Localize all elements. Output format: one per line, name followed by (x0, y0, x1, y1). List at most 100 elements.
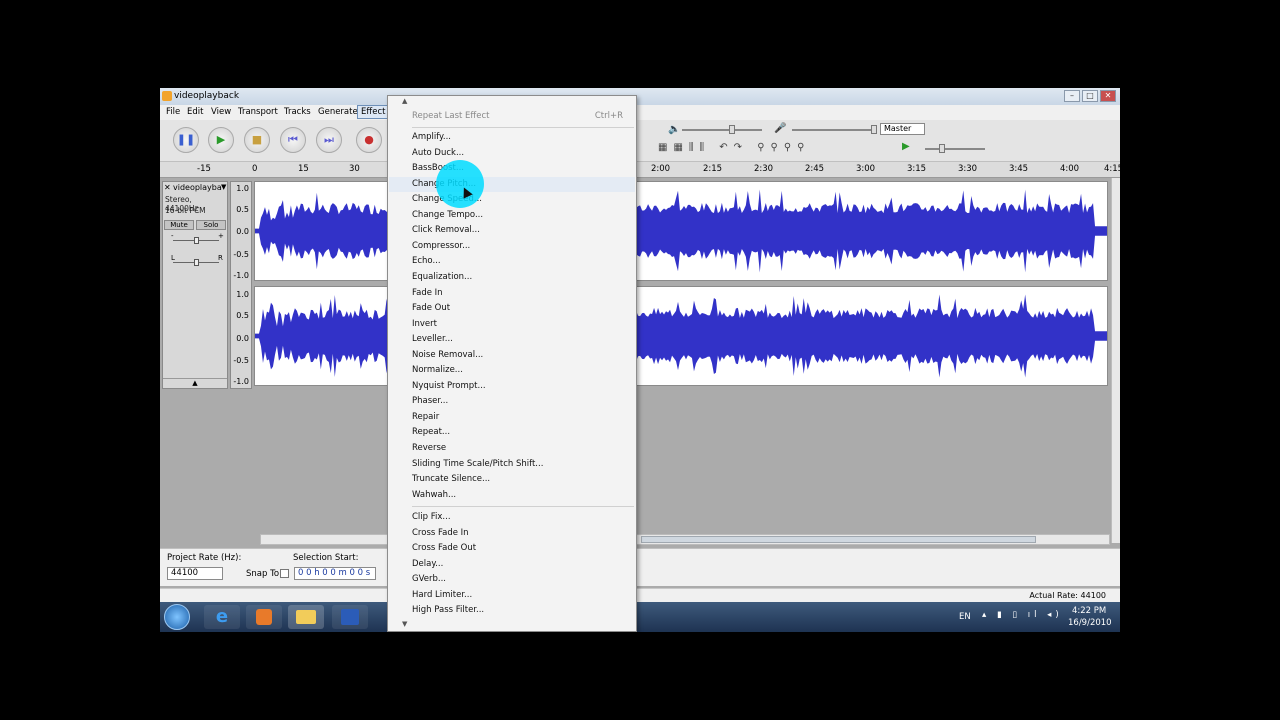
chevron-down-icon[interactable]: ▼ (221, 183, 226, 191)
snap-to-checkbox[interactable] (280, 569, 289, 578)
menu-item-label: Fade In (412, 287, 443, 298)
menu-item-cross-fade-in[interactable]: Cross Fade In (389, 526, 635, 541)
word-taskbar-icon[interactable] (332, 605, 368, 629)
pan-thumb[interactable] (194, 259, 199, 266)
menu-item-click-removal[interactable]: Click Removal... (389, 223, 635, 238)
screen: videoplayback – □ ✕ File Edit View Trans… (160, 88, 1120, 632)
minimize-button[interactable]: – (1064, 90, 1080, 102)
title-bar: videoplayback – □ ✕ (160, 88, 1120, 105)
menu-item-truncate-silence[interactable]: Truncate Silence... (389, 472, 635, 487)
menu-item-label: Noise Removal... (412, 349, 484, 360)
menu-item-label: Delay... (412, 558, 444, 569)
pause-button[interactable]: ❚❚ (173, 127, 199, 153)
menu-item-reverse[interactable]: Reverse (389, 441, 635, 456)
record-button[interactable]: ● (356, 127, 382, 153)
clock-time[interactable]: 4:22 PM (1072, 606, 1106, 616)
menu-item-compressor[interactable]: Compressor... (389, 239, 635, 254)
menu-item-phaser[interactable]: Phaser... (389, 394, 635, 409)
menu-separator (412, 506, 634, 507)
playback-speed-slider[interactable] (925, 148, 985, 150)
close-track-icon[interactable]: ✕ (164, 183, 171, 192)
selection-start-field[interactable]: 0 0 h 0 0 m 0 0 s (294, 567, 376, 580)
play-at-speed-button[interactable]: ▶ (902, 141, 910, 152)
clock-date[interactable]: 16/9/2010 (1068, 618, 1112, 628)
menu-item-leveller[interactable]: Leveller... (389, 332, 635, 347)
menu-item-amplify[interactable]: Amplify... (389, 130, 635, 145)
menu-generate[interactable]: Generate (315, 106, 361, 118)
explorer-taskbar-icon[interactable] (288, 605, 324, 629)
system-tray-icons[interactable]: ▴ ▮ ▯ ıl ◂) (982, 610, 1063, 620)
ie-taskbar-icon[interactable]: e (204, 605, 240, 629)
project-rate-select[interactable]: 44100 (167, 567, 223, 580)
collapse-track-button[interactable]: ▲ (163, 378, 227, 388)
waveform-right-svg (255, 294, 1107, 378)
menu-item-label: Wahwah... (412, 489, 457, 500)
menu-item-repeat[interactable]: Repeat... (389, 425, 635, 440)
pan-left-label: L (171, 254, 175, 262)
menu-item-invert[interactable]: Invert (389, 317, 635, 332)
waveform-left-svg (255, 189, 1107, 273)
menu-scroll-down-icon[interactable]: ▼ (402, 620, 407, 628)
menu-item-change-speed[interactable]: Change Speed... (389, 192, 635, 207)
menu-file[interactable]: File (163, 106, 183, 118)
menu-item-sliding-time-scale-pitch-shift[interactable]: Sliding Time Scale/Pitch Shift... (389, 457, 635, 472)
gain-thumb[interactable] (194, 237, 199, 244)
skip-end-button[interactable]: ⏭ (316, 127, 342, 153)
menu-item-echo[interactable]: Echo... (389, 254, 635, 269)
menu-item-change-tempo[interactable]: Change Tempo... (389, 208, 635, 223)
menu-item-gverb[interactable]: GVerb... (389, 572, 635, 587)
menu-item-clip-fix[interactable]: Clip Fix... (389, 510, 635, 525)
menu-item-change-pitch[interactable]: Change Pitch... (389, 176, 635, 192)
menu-item-fade-in[interactable]: Fade In (389, 286, 635, 301)
vertical-scrollbar[interactable] (1111, 178, 1120, 543)
horizontal-scroll-thumb[interactable] (641, 536, 1036, 543)
close-button[interactable]: ✕ (1100, 90, 1116, 102)
menu-item-wahwah[interactable]: Wahwah... (389, 488, 635, 503)
media-player-taskbar-icon[interactable] (246, 605, 282, 629)
menu-item-repair[interactable]: Repair (389, 410, 635, 425)
menu-item-delay[interactable]: Delay... (389, 557, 635, 572)
edit-tools-row[interactable]: ▦▦⫼⫼ ↶↷ ⚲⚲⚲⚲ (658, 142, 811, 153)
menu-view[interactable]: View (208, 106, 234, 118)
menu-transport[interactable]: Transport (235, 106, 281, 118)
input-volume-thumb[interactable] (871, 125, 877, 134)
menu-item-bassboost[interactable]: BassBoost... (389, 161, 635, 176)
waveform-left-channel[interactable] (254, 181, 1108, 281)
maximize-button[interactable]: □ (1082, 90, 1098, 102)
stop-button[interactable]: ■ (244, 127, 270, 153)
timeline-ruler[interactable]: -15 0 15 30 2:00 2:15 2:30 2:45 3:00 3:1… (160, 162, 1120, 178)
menu-item-normalize[interactable]: Normalize... (389, 363, 635, 378)
mute-button[interactable]: Mute (164, 220, 194, 230)
menu-item-cross-fade-out[interactable]: Cross Fade Out (389, 541, 635, 556)
start-button[interactable] (164, 604, 190, 630)
menu-item-noise-removal[interactable]: Noise Removal... (389, 348, 635, 363)
menu-item-equalization[interactable]: Equalization... (389, 270, 635, 285)
menu-item-label: Auto Duck... (412, 147, 465, 158)
input-volume-slider[interactable] (792, 129, 874, 131)
playback-speed-thumb[interactable] (939, 144, 945, 153)
menu-item-label: Hard Limiter... (412, 589, 473, 600)
menu-item-label: Compressor... (412, 240, 471, 251)
track-name-menu[interactable]: videoplayba (173, 183, 222, 192)
menu-tracks[interactable]: Tracks (281, 106, 314, 118)
menu-scroll-up-icon[interactable]: ▲ (402, 97, 407, 105)
menu-item-auto-duck[interactable]: Auto Duck... (389, 146, 635, 161)
menu-item-high-pass-filter[interactable]: High Pass Filter... (389, 603, 635, 618)
input-device-select[interactable]: Master (880, 123, 925, 135)
menu-edit[interactable]: Edit (184, 106, 206, 118)
ruler-tick: 3:45 (1009, 164, 1029, 174)
menu-item-fade-out[interactable]: Fade Out (389, 301, 635, 316)
language-indicator[interactable]: EN (959, 612, 971, 622)
effect-menu-dropdown: ▲ Repeat Last Effect Ctrl+R Amplify... Au… (387, 95, 637, 632)
menu-item-nyquist-prompt[interactable]: Nyquist Prompt... (389, 379, 635, 394)
skip-start-button[interactable]: ⏮ (280, 127, 306, 153)
output-volume-slider[interactable] (682, 129, 762, 131)
solo-button[interactable]: Solo (196, 220, 226, 230)
menu-effect[interactable]: Effect (357, 105, 390, 119)
output-volume-thumb[interactable] (729, 125, 735, 134)
play-button[interactable]: ▶ (208, 127, 234, 153)
menu-item-label: Normalize... (412, 365, 463, 376)
waveform-right-channel[interactable] (254, 286, 1108, 386)
menu-item-hard-limiter[interactable]: Hard Limiter... (389, 588, 635, 603)
menu-item-shortcut: Ctrl+R (594, 111, 623, 121)
